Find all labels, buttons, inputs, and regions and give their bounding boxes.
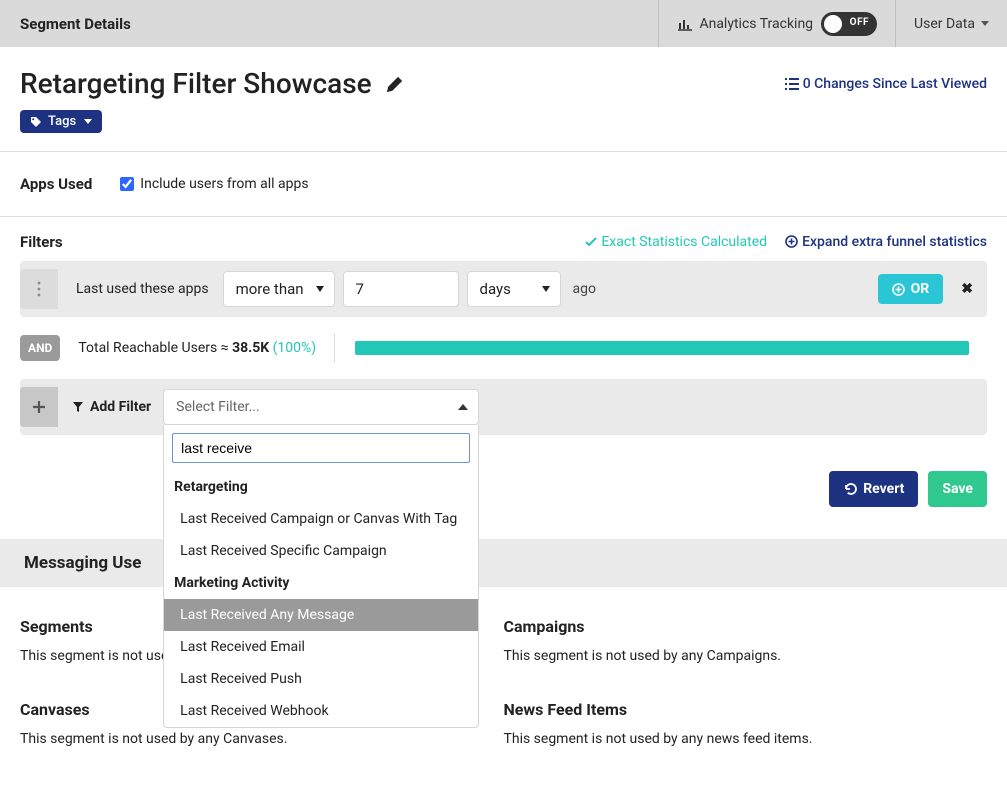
page-header: Retargeting Filter Showcase 0 Changes Si… [0, 47, 1007, 110]
analytics-toggle[interactable]: OFF [821, 12, 877, 36]
caret-up-icon [458, 404, 468, 410]
filter-rule-card: Last used these apps more than 7 days ag… [20, 261, 987, 317]
include-all-apps-label: Include users from all apps [140, 176, 308, 192]
revert-button[interactable]: Revert [829, 471, 918, 507]
toggle-state: OFF [850, 17, 869, 28]
topbar-title: Segment Details [0, 0, 658, 47]
operator-select[interactable]: more than [223, 271, 335, 307]
save-button[interactable]: Save [928, 471, 987, 507]
messaging-cell-body: This segment is not used by any Campaign… [504, 648, 988, 664]
changes-link[interactable]: 0 Changes Since Last Viewed [785, 76, 987, 92]
caret-down-icon [542, 286, 550, 292]
unit-select[interactable]: days [467, 271, 561, 307]
filters-header: Filters Exact Statistics Calculated Expa… [0, 217, 1007, 261]
reach-stats: Total Reachable Users ≈ 38.5K (100%) [78, 340, 316, 356]
caret-down-icon [316, 286, 324, 292]
add-filter-label: Add Filter [72, 399, 151, 415]
filter-option[interactable]: Last Received Push [164, 663, 478, 695]
filter-option[interactable]: Last Received Webhook [164, 695, 478, 727]
filter-option[interactable]: Last Received Specific Campaign [164, 535, 478, 567]
filter-select-menu: RetargetingLast Received Campaign or Can… [163, 425, 479, 728]
messaging-use-header: Messaging Use [0, 539, 1007, 587]
exact-stats-indicator: Exact Statistics Calculated [585, 234, 767, 250]
filter-group-label: Retargeting [164, 471, 478, 503]
plus-circle-icon [892, 283, 905, 296]
rule-label: Last used these apps [76, 281, 209, 297]
reach-row: AND Total Reachable Users ≈ 38.5K (100%) [20, 325, 987, 371]
messaging-cell: News Feed Items This segment is not used … [504, 688, 988, 771]
drag-handle[interactable] [20, 269, 58, 309]
analytics-section: Analytics Tracking OFF [658, 0, 895, 47]
filter-option[interactable]: Last Received Any Message [164, 599, 478, 631]
tag-icon [30, 116, 42, 128]
include-all-apps-checkbox[interactable] [120, 177, 134, 191]
reach-bar [355, 341, 969, 355]
user-data-label: User Data [914, 16, 975, 32]
filter-select-trigger[interactable]: Select Filter... [163, 389, 479, 425]
filter-select-dropdown: Select Filter... RetargetingLast Receive… [163, 389, 479, 425]
filter-search-input[interactable] [172, 433, 470, 463]
tags-row: Tags [0, 110, 1007, 151]
actions-row: Revert Save [0, 443, 1007, 525]
add-filter-card: Add Filter Select Filter... RetargetingL… [20, 379, 987, 435]
tags-dropdown[interactable]: Tags [20, 110, 102, 133]
topbar: Segment Details Analytics Tracking OFF U… [0, 0, 1007, 47]
filter-group-label: Marketing Activity [164, 567, 478, 599]
filter-option[interactable]: Last Received Campaign or Canvas With Ta… [164, 503, 478, 535]
edit-title-button[interactable] [386, 75, 404, 93]
page-title: Retargeting Filter Showcase [20, 67, 372, 100]
rule-suffix: ago [573, 281, 596, 297]
tags-label: Tags [48, 114, 76, 129]
or-button[interactable]: OR [878, 274, 944, 304]
list-icon [785, 78, 799, 90]
messaging-cell-body: This segment is not used by any news fee… [504, 731, 988, 747]
messaging-cell-title: Campaigns [504, 617, 988, 636]
chart-icon [677, 17, 693, 31]
apps-used-row: Apps Used Include users from all apps [0, 152, 1007, 216]
and-badge: AND [20, 335, 60, 361]
check-icon [585, 237, 597, 247]
messaging-cell-title: News Feed Items [504, 700, 988, 719]
apps-used-label: Apps Used [20, 175, 92, 193]
changes-text: 0 Changes Since Last Viewed [803, 76, 987, 92]
filters-title: Filters [20, 233, 63, 251]
expand-funnel-link[interactable]: Expand extra funnel statistics [785, 234, 987, 250]
filter-option[interactable]: Last Received Email [164, 631, 478, 663]
value-input[interactable]: 7 [343, 271, 459, 307]
chevron-down-icon [981, 21, 989, 26]
undo-icon [843, 482, 857, 496]
remove-rule-button[interactable]: ✖ [961, 281, 973, 297]
user-data-dropdown[interactable]: User Data [895, 0, 1007, 47]
filter-select-placeholder: Select Filter... [176, 399, 259, 415]
messaging-cell-body: This segment is not used by any Canvases… [20, 731, 504, 747]
plus-circle-icon [785, 235, 798, 248]
caret-down-icon [84, 119, 92, 124]
analytics-label: Analytics Tracking [699, 16, 813, 32]
funnel-icon [72, 401, 84, 413]
messaging-use-grid: SegmentsThis segment is not used by any … [0, 587, 1007, 801]
add-handle[interactable] [20, 387, 58, 427]
messaging-cell: Campaigns This segment is not used by any… [504, 605, 988, 688]
